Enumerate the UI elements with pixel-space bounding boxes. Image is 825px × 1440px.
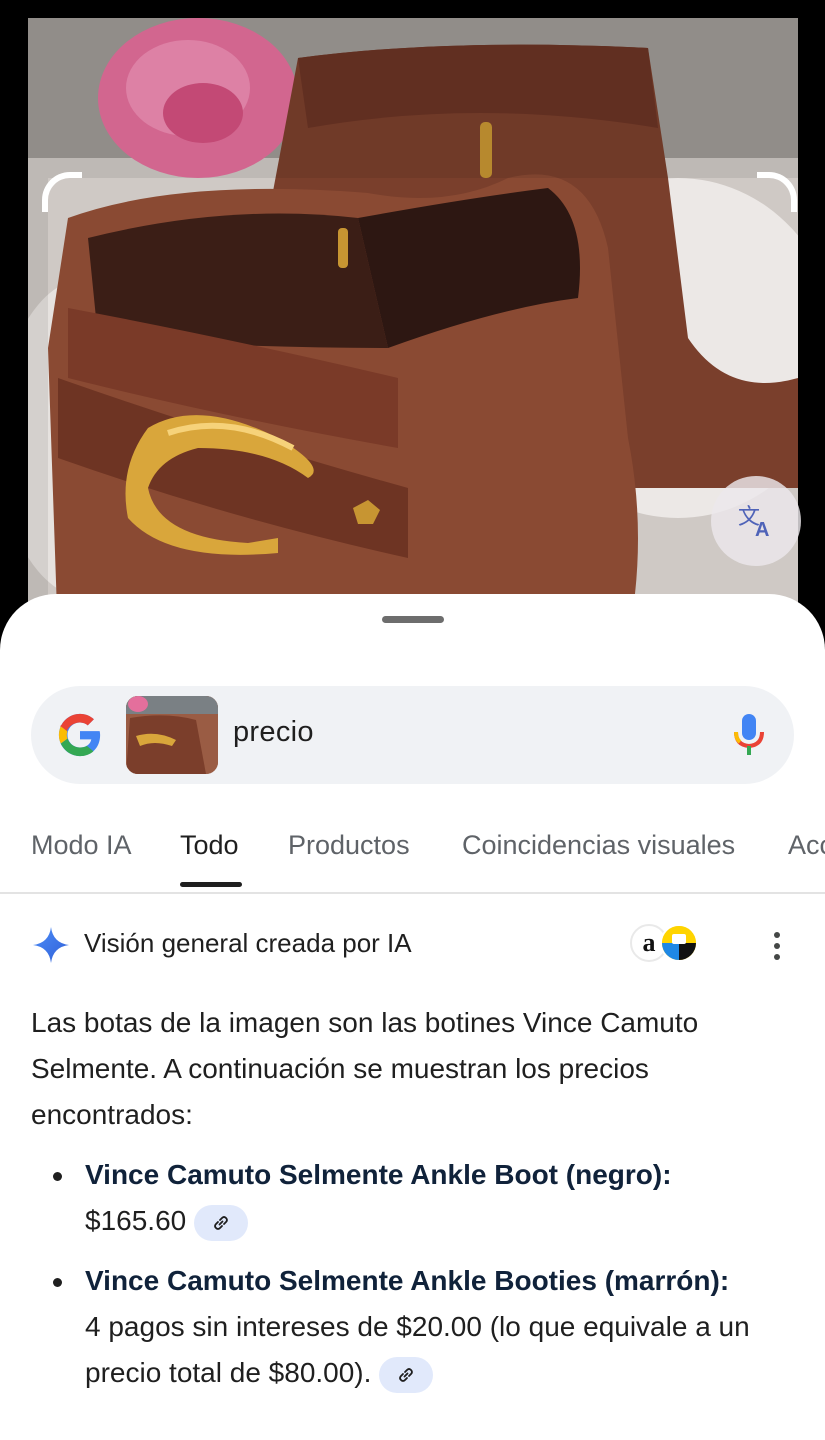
link-icon [399, 1367, 414, 1382]
search-query-text[interactable]: precio [233, 716, 314, 749]
tab-modo-ia[interactable]: Modo IA [31, 830, 132, 861]
results-tabs: Modo IA Todo Productos Coincidencias vis… [0, 806, 825, 894]
translate-button[interactable]: 文 A [711, 476, 801, 566]
mic-icon[interactable] [731, 712, 767, 758]
list-item: Vince Camuto Selmente Ankle Booties (mar… [31, 1258, 811, 1396]
source-icons[interactable]: a [630, 924, 700, 964]
ai-overview-title: Visión general creada por IA [84, 928, 412, 958]
item-title: Vince Camuto Selmente Ankle Boot (negro)… [85, 1159, 672, 1190]
shop-logo [662, 926, 696, 960]
list-item: Vince Camuto Selmente Ankle Boot (negro)… [31, 1152, 811, 1244]
crop-shade-top [28, 18, 798, 178]
svg-text:A: A [755, 519, 769, 540]
tab-productos[interactable]: Productos [288, 830, 410, 861]
active-tab-indicator [180, 882, 242, 887]
more-dot [774, 954, 780, 960]
thumbnail-image [126, 696, 218, 774]
tab-todo[interactable]: Todo [180, 830, 239, 861]
ai-overview-intro: Las botas de la imagen son las botines V… [31, 1007, 699, 1130]
query-image-thumbnail[interactable] [126, 696, 218, 774]
results-sheet: precio Modo IA Todo Productos Coincidenc… [0, 594, 825, 1440]
search-bar[interactable]: precio [31, 686, 794, 784]
translate-icon: 文 A [738, 504, 769, 540]
more-dot [774, 932, 780, 938]
google-g-icon[interactable] [57, 712, 103, 758]
shop-icon[interactable] [660, 924, 698, 962]
tab-coincidencias-visuales[interactable]: Coincidencias visuales [462, 830, 735, 861]
crop-shade-left [28, 178, 48, 640]
ai-sparkle-icon [33, 927, 69, 963]
ai-overview-header: Visión general creada por IA a [0, 924, 825, 968]
lens-image-area[interactable]: 文 A [0, 0, 825, 640]
more-options-icon[interactable] [764, 926, 790, 966]
more-dot [774, 943, 780, 949]
source-link-button[interactable] [379, 1356, 434, 1393]
item-title: Vince Camuto Selmente Ankle Booties (mar… [85, 1265, 730, 1296]
tab-acc[interactable]: Acc [788, 830, 825, 861]
link-icon [214, 1215, 229, 1230]
item-detail: $165.60 [85, 1205, 187, 1236]
source-link-button[interactable] [194, 1204, 249, 1241]
query-photo [28, 18, 798, 640]
price-list: Vince Camuto Selmente Ankle Boot (negro)… [31, 1152, 811, 1410]
sheet-drag-handle[interactable] [382, 616, 444, 623]
